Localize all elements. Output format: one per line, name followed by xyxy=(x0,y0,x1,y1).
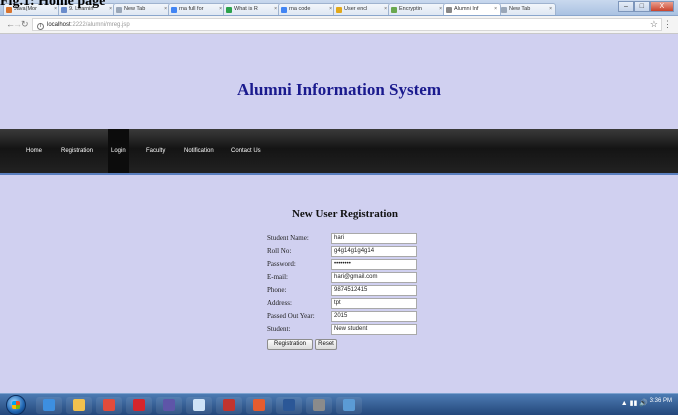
roll-no-input[interactable]: g4g14g1g4g14 xyxy=(331,246,417,257)
eclipse-icon[interactable] xyxy=(156,397,182,414)
form-row-student-name: Student Name: hari xyxy=(267,233,427,244)
form-row-student: Student: New student xyxy=(267,324,427,335)
nav-faculty[interactable]: Faculty xyxy=(146,129,165,173)
file-explorer-icon[interactable] xyxy=(66,397,92,414)
browser-menu-icon[interactable]: ⋮ xyxy=(663,19,672,30)
passed-out-year-input[interactable]: 2015 xyxy=(331,311,417,322)
tab-label: Encryptin xyxy=(399,6,422,12)
bookmark-star-icon[interactable]: ☆ xyxy=(650,19,658,30)
form-row-phone: Phone: 9874512415 xyxy=(267,285,427,296)
settings-icon[interactable] xyxy=(306,397,332,414)
tab-favicon-icon xyxy=(501,7,507,13)
reset-button[interactable]: Reset xyxy=(315,339,337,350)
internet-explorer-icon[interactable] xyxy=(36,397,62,414)
tab-favicon-icon xyxy=(281,7,287,13)
tab-close-icon[interactable]: × xyxy=(494,6,497,12)
nav-contact-us[interactable]: Contact Us xyxy=(231,129,261,173)
tab-label: User encl xyxy=(344,6,368,12)
start-button[interactable] xyxy=(6,395,26,415)
browser-tab[interactable]: Encryptin × xyxy=(388,3,446,15)
form-row-email: E-mail: hari@gmail.com xyxy=(267,272,427,283)
registration-button[interactable]: Registration xyxy=(267,339,313,350)
pdf-icon[interactable] xyxy=(126,397,152,414)
figure-caption: Fig.1: Home page xyxy=(0,0,106,9)
field-label: Student: xyxy=(267,325,291,333)
info-icon[interactable]: i xyxy=(37,23,44,30)
paint-icon[interactable] xyxy=(336,397,362,414)
close-window-button[interactable]: X xyxy=(649,1,674,12)
browser-tab[interactable]: rna full for × xyxy=(168,3,226,15)
form-row-roll-no: Roll No: g4g14g1g4g14 xyxy=(267,246,427,257)
nav-login[interactable]: Login xyxy=(108,129,129,173)
clock[interactable]: 3:36 PM xyxy=(650,397,672,405)
browser-tab[interactable]: rna code × xyxy=(278,3,336,15)
window-controls: – □ X xyxy=(618,1,674,12)
url-host: localhost xyxy=(47,22,71,28)
form-row-address: Address: tpt xyxy=(267,298,427,309)
tab-label: New Tab xyxy=(509,6,531,12)
tab-favicon-icon xyxy=(171,7,177,13)
phone-input[interactable]: 9874512415 xyxy=(331,285,417,296)
site-title: Alumni Information System xyxy=(236,80,441,99)
notepad-icon[interactable] xyxy=(186,397,212,414)
field-label: E-mail: xyxy=(267,273,288,281)
tab-favicon-icon xyxy=(446,7,452,13)
tab-label: Alumni Inf xyxy=(454,6,479,12)
reload-icon[interactable]: ↻ xyxy=(21,19,29,30)
tab-favicon-icon xyxy=(336,7,342,13)
media-icon[interactable] xyxy=(216,397,242,414)
student-name-input[interactable]: hari xyxy=(331,233,417,244)
tab-close-icon[interactable]: × xyxy=(274,6,277,12)
system-tray[interactable]: ▲ ▮▮ 🔊 xyxy=(621,399,648,407)
student-type-input[interactable]: New student xyxy=(331,324,417,335)
browser-tab[interactable]: What is R × xyxy=(223,3,281,15)
form-row-password: Password: •••••••• xyxy=(267,259,427,270)
url-path: :2222/alumni/mreg.jsp xyxy=(70,22,130,28)
tab-close-icon[interactable]: × xyxy=(164,6,167,12)
address-input[interactable]: tpt xyxy=(331,298,417,309)
field-label: Student Name: xyxy=(267,234,309,242)
field-label: Roll No: xyxy=(267,247,292,255)
minimize-button[interactable]: – xyxy=(618,1,634,12)
tab-label: rna full for xyxy=(179,6,204,12)
browser-tab[interactable]: New Tab × xyxy=(113,3,171,15)
form-row-passed-out-year: Passed Out Year: 2015 xyxy=(267,311,427,322)
office-icon[interactable] xyxy=(246,397,272,414)
form-title: New User Registration xyxy=(291,208,399,220)
tab-label: What is R xyxy=(234,6,258,12)
tab-close-icon[interactable]: × xyxy=(219,6,222,12)
tab-label: rna code xyxy=(289,6,311,12)
tab-close-icon[interactable]: × xyxy=(384,6,387,12)
page-content: Alumni Information System Home Registrat… xyxy=(0,34,678,393)
password-input[interactable]: •••••••• xyxy=(331,259,417,270)
main-nav: Home Registration Login Faculty Notifica… xyxy=(0,129,678,175)
word-icon[interactable] xyxy=(276,397,302,414)
browser-tab[interactable]: New Tab × xyxy=(498,3,556,15)
field-label: Password: xyxy=(267,260,296,268)
tab-close-icon[interactable]: × xyxy=(329,6,332,12)
nav-notification[interactable]: Notification xyxy=(184,129,214,173)
taskbar: ▲ ▮▮ 🔊 3:36 PM xyxy=(0,393,678,415)
field-label: Address: xyxy=(267,299,292,307)
email-input[interactable]: hari@gmail.com xyxy=(331,272,417,283)
tab-close-icon[interactable]: × xyxy=(549,6,552,12)
browser-tab[interactable]: User encl × xyxy=(333,3,391,15)
tab-favicon-icon xyxy=(391,7,397,13)
chrome-icon[interactable] xyxy=(96,397,122,414)
tab-close-icon[interactable]: × xyxy=(439,6,442,12)
tab-favicon-icon xyxy=(116,7,122,13)
tab-close-icon[interactable]: × xyxy=(109,6,112,12)
field-label: Passed Out Year: xyxy=(267,312,315,320)
maximize-button[interactable]: □ xyxy=(633,1,650,12)
tab-label: New Tab xyxy=(124,6,146,12)
field-label: Phone: xyxy=(267,286,287,294)
nav-home[interactable]: Home xyxy=(26,129,42,173)
tab-favicon-icon xyxy=(226,7,232,13)
nav-registration[interactable]: Registration xyxy=(61,129,93,173)
browser-tab[interactable]: Alumni Inf × xyxy=(443,3,501,15)
url-input[interactable]: i localhost:2222/alumni/mreg.jsp xyxy=(32,18,662,31)
address-bar: ← → ↻ i localhost:2222/alumni/mreg.jsp ☆ … xyxy=(0,16,678,34)
